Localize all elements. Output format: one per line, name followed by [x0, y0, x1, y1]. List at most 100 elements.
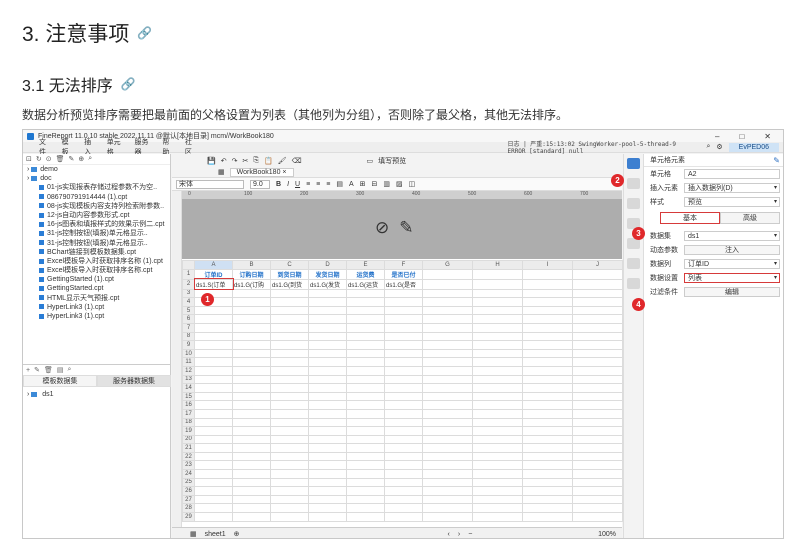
- grid-cell[interactable]: [422, 434, 473, 445]
- grid-cell[interactable]: [422, 477, 473, 488]
- tree-file[interactable]: GettingStarted (1).cpt: [23, 275, 170, 284]
- grid-cell[interactable]: [270, 477, 309, 488]
- grid-cell[interactable]: [422, 451, 473, 462]
- tab-advanced[interactable]: 高级: [720, 212, 780, 224]
- grid-cell[interactable]: [522, 408, 573, 419]
- grid-cell[interactable]: [522, 477, 573, 488]
- grid-cell[interactable]: [194, 374, 233, 385]
- grid-cell[interactable]: [522, 469, 573, 479]
- grid-cell[interactable]: [308, 469, 347, 479]
- grid-cell[interactable]: [346, 374, 385, 385]
- grid-cell[interactable]: [194, 434, 233, 445]
- grid-cell[interactable]: [346, 340, 385, 350]
- grid-cell[interactable]: [422, 322, 473, 333]
- grid-cell[interactable]: [232, 469, 271, 479]
- grid-cell[interactable]: [472, 374, 523, 385]
- preview-label[interactable]: 填写预览: [378, 156, 406, 166]
- row-header[interactable]: 23: [182, 460, 195, 471]
- grid-cell[interactable]: [232, 348, 271, 359]
- grid-cell[interactable]: [472, 383, 523, 393]
- grid-cell[interactable]: [308, 340, 347, 350]
- grid-cell[interactable]: [422, 503, 473, 514]
- grid-cell[interactable]: [194, 305, 233, 316]
- grid-cell[interactable]: [472, 460, 523, 471]
- grid-cell[interactable]: [270, 469, 309, 479]
- grid-cell[interactable]: [384, 357, 423, 367]
- refresh-icon[interactable]: ↻: [36, 155, 42, 163]
- grid-cell[interactable]: [384, 340, 423, 350]
- grid-cell[interactable]: [422, 305, 473, 316]
- edit-pen-icon[interactable]: ✎: [773, 154, 780, 167]
- grid-cell[interactable]: [232, 383, 271, 393]
- filter-icon[interactable]: ⊕: [78, 155, 84, 163]
- clear-icon[interactable]: ⌫: [292, 157, 302, 165]
- grid-cell[interactable]: [270, 417, 309, 428]
- grid-cell[interactable]: [232, 477, 271, 488]
- grid-cell[interactable]: [422, 512, 473, 522]
- grid-cell[interactable]: [232, 374, 271, 385]
- undo-icon[interactable]: ↶: [221, 157, 227, 165]
- grid-cell[interactable]: [346, 426, 385, 436]
- grid-cell[interactable]: [472, 331, 523, 342]
- sheet-tab[interactable]: sheet1: [205, 531, 226, 538]
- tab-template-dataset[interactable]: 模板数据集: [23, 375, 97, 387]
- dataset-select[interactable]: ds1 ▾: [684, 231, 780, 241]
- grid-cell[interactable]: [308, 408, 347, 419]
- row-header[interactable]: 6: [182, 314, 195, 324]
- grid-cell[interactable]: [194, 469, 233, 479]
- grid-cell[interactable]: [270, 383, 309, 393]
- grid-cell[interactable]: [422, 288, 473, 299]
- grid-cell[interactable]: [422, 469, 473, 479]
- grid-cell[interactable]: [384, 426, 423, 436]
- grid-cell[interactable]: [522, 460, 573, 471]
- grid-cell[interactable]: [472, 494, 523, 505]
- font-size-select[interactable]: 9.0: [250, 179, 270, 189]
- grid-cell[interactable]: [384, 348, 423, 359]
- grid-cell[interactable]: [194, 408, 233, 419]
- grid-cell[interactable]: [232, 451, 271, 462]
- column-header[interactable]: F: [384, 260, 423, 270]
- grid-cell[interactable]: [232, 357, 271, 367]
- tree-folder[interactable]: › doc: [23, 174, 170, 183]
- grid-cell[interactable]: [422, 357, 473, 367]
- scroll-right-icon[interactable]: ›: [458, 531, 460, 538]
- grid-cell[interactable]: [308, 477, 347, 488]
- row-header[interactable]: 14: [182, 383, 195, 393]
- grid-cell[interactable]: [522, 426, 573, 436]
- row-header[interactable]: 27: [182, 494, 195, 505]
- tree-file[interactable]: HyperLink3 (1).cpt: [23, 312, 170, 321]
- grid-cell[interactable]: [346, 400, 385, 410]
- grid-cell[interactable]: [384, 477, 423, 488]
- grid-cell[interactable]: [572, 288, 623, 299]
- gear-icon[interactable]: ⚙: [716, 143, 722, 151]
- grid-cell[interactable]: [270, 374, 309, 385]
- grid-cell[interactable]: [194, 494, 233, 505]
- grid-cell[interactable]: [472, 434, 523, 445]
- sub-report-icon[interactable]: ◫: [409, 180, 416, 188]
- image-icon[interactable]: ▨: [396, 180, 403, 188]
- grid-cell[interactable]: [472, 348, 523, 359]
- row-header[interactable]: 25: [182, 477, 195, 488]
- row-header[interactable]: 12: [182, 365, 195, 376]
- grid-cell[interactable]: [422, 278, 473, 290]
- grid-cell[interactable]: [572, 400, 623, 410]
- row-header[interactable]: 7: [182, 322, 195, 333]
- italic-icon[interactable]: I: [287, 181, 289, 188]
- locate-icon[interactable]: ⊙: [46, 155, 52, 163]
- grid-cell[interactable]: [422, 408, 473, 419]
- grid-cell[interactable]: [522, 331, 573, 342]
- grid-cell[interactable]: [270, 314, 309, 324]
- grid-cell[interactable]: [194, 348, 233, 359]
- grid-cell[interactable]: ds1.G(到货: [270, 278, 309, 290]
- grid-cell[interactable]: [472, 417, 523, 428]
- row-header[interactable]: 17: [182, 408, 195, 419]
- grid-cell[interactable]: [384, 374, 423, 385]
- grid-cell[interactable]: [572, 477, 623, 488]
- grid-cell[interactable]: [270, 512, 309, 522]
- grid-cell[interactable]: [346, 486, 385, 496]
- grid-cell[interactable]: [270, 305, 309, 316]
- grid-cell[interactable]: [384, 434, 423, 445]
- grid-cell[interactable]: [472, 400, 523, 410]
- grid-cell[interactable]: [472, 314, 523, 324]
- grid-cell[interactable]: [422, 365, 473, 376]
